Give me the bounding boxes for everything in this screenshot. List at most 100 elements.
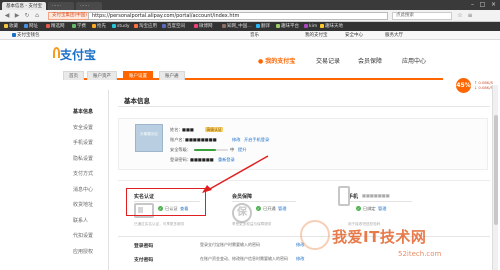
home-icon[interactable]: ⌂ [33,12,41,20]
bookmark-item[interactable]: 淘宝应用 [134,23,157,30]
sidebar-item-auto-debit[interactable]: 代扣设置 [63,229,107,245]
page-title: 基本信息 [124,97,150,105]
password-label: 登录密码： [170,157,191,162]
verification-level-badge: 高级认证 [205,127,224,132]
sidebar-item-security[interactable]: 安全设置 [63,121,107,137]
scrollbar-thumb[interactable] [494,115,498,225]
phone-number: ■■■■■■■ [362,193,390,198]
sub-navigation: 首页 账户资产 账户设置 账户通 [63,71,443,80]
bookmark-item[interactable]: 趣味天地 [320,23,343,30]
topbar-item[interactable]: 安全中心 [345,32,363,39]
sidebar-item-phone[interactable]: 手机设置 [63,136,107,152]
improve-security-link[interactable]: 提升 [238,147,246,153]
tab-active[interactable]: 基本信息 - 支付宝 [2,2,46,10]
card-divider [232,201,296,202]
avatar[interactable]: 头像展示区 [135,124,163,152]
sidebar-item-address[interactable]: 收货地址 [63,198,107,214]
bookmark-item[interactable]: 知网_中国… [222,23,252,30]
topbar-item[interactable]: 音乐 [250,32,259,39]
close-icon[interactable]: × [489,1,498,8]
alipay-logo-icon [53,47,60,58]
pointer-arrow-icon [202,155,269,193]
topbar-item[interactable]: 支付宝钱包 [12,32,40,39]
member-protection-title: 会员保障 [232,194,253,200]
url-field[interactable]: https://personalportal.alipay.com/portal… [88,12,388,20]
title-divider [118,106,490,107]
network-speed-stats: ↑ 0.08K/S ↓ 0.08K/S [474,80,494,90]
phone-icon [338,186,350,206]
topbar-item[interactable]: 我的支付宝 [305,32,328,39]
nav-my-alipay[interactable]: ● 我的支付宝 [258,56,295,65]
member-protection-desc: 享受更多权益与保障服务 [232,222,272,226]
alipay-logo[interactable]: 支付宝 [60,46,96,63]
refresh-icon[interactable]: ↻ [23,12,31,20]
cards-divider [118,180,490,181]
bookmark-item[interactable]: 网址 [24,23,38,30]
highlight-frame [126,188,206,216]
back-icon[interactable]: ◀ [3,12,11,20]
secure-site-badge[interactable]: 支付宝集团(中国) [48,12,92,20]
bookmark-item[interactable]: 趣味平台 [276,23,299,30]
sidebar-item-contacts[interactable]: 联系人 [63,214,107,230]
subtab-assets[interactable]: 账户资产 [87,71,117,80]
bookmarks-bar: 收藏 网址 精选网 学费 抢先 study 淘宝应用 百度空间 微博网 知网_中… [0,22,500,31]
address-bar: ◀ ▶ ↻ ⌂ 支付宝集团(中国) https://personalportal… [0,10,500,22]
name-label: 姓名： [170,127,183,132]
network-speed-badge[interactable]: 45% [456,78,471,93]
subtab-settings[interactable]: 账户设置 [123,71,153,80]
nav-transactions[interactable]: 交易记录 [316,56,340,65]
name-value: ■■■ [182,127,194,132]
browser-titlebar: 基本信息 - 支付宝 …… …… – □ × [0,0,500,10]
minimize-icon[interactable]: – [468,1,477,8]
payment-password-desc: 在账户资金变动、修改账户信息时需要输入的密码 [200,256,288,261]
nav-member-protection[interactable]: 会员保障 [358,56,382,65]
watermark-logo [300,220,330,250]
bookmark-item[interactable]: 翻译 [256,23,270,30]
security-level-bar [194,149,228,151]
forward-icon[interactable]: ▶ [13,12,21,20]
enable-phone-login-link[interactable]: 开启手机登录 [244,137,269,143]
member-protection-link[interactable]: 管理 [278,206,286,212]
bookmark-item[interactable]: 百度空间 [162,23,185,30]
sidebar-item-basic-info[interactable]: 基本信息 [63,105,107,121]
member-protection-status: 已开通 [263,206,276,211]
security-level-value: 中 [230,147,235,152]
page-scrollbar[interactable] [492,85,498,270]
bookmark-item[interactable]: 学费 [72,23,86,30]
sidebar-item-privacy[interactable]: 隐私设置 [63,152,107,168]
sidebar-item-messages[interactable]: 消息中心 [63,183,107,199]
alipay-topbar: 支付宝钱包 音乐 我的支付宝 安全中心 服务大厅 [0,31,500,40]
payment-password-label: 支付密码 [134,258,154,263]
search-field[interactable]: 点此搜索 [392,12,452,20]
bookmark-item[interactable]: kim [304,23,317,30]
tab-2[interactable]: …… [48,2,74,10]
edit-account-link[interactable]: 修改 [232,137,240,143]
topbar-item[interactable]: 服务大厅 [385,32,403,39]
subtab-account-link[interactable]: 账户通 [159,71,185,80]
bookmark-item[interactable]: 精选网 [46,23,65,30]
login-password-label: 登录密码 [134,244,154,249]
phone-manage-link[interactable]: 管理 [378,206,386,212]
bookmark-item[interactable]: 收藏 [4,23,18,30]
tab-3[interactable]: …… [76,2,102,10]
check-icon: ✓ [356,206,361,211]
star-icon[interactable]: ☆ [456,12,464,20]
subtab-home[interactable]: 首页 [63,71,84,80]
account-value: ■■■■■■■■ [185,137,217,142]
login-password-desc: 登录支付宝账户时需要输入的密码 [200,242,260,247]
security-level-label: 安全等级： [170,147,191,152]
realname-desc: 已通过实名认证，可享更多服务 [134,222,185,226]
sidebar-item-payment[interactable]: 支付方式 [63,167,107,183]
sidebar-divider [108,90,109,270]
payment-password-edit[interactable]: 修改 [296,256,304,262]
maximize-icon[interactable]: □ [478,1,487,8]
menu-icon[interactable]: ≡ [466,12,474,20]
shield-icon: 保 [232,203,252,223]
sidebar-item-app-auth[interactable]: 应用授权 [63,245,107,261]
bookmark-item[interactable]: 抢先 [92,23,106,30]
watermark-text: 我爱IT技术网 [332,228,427,246]
settings-sidebar: 基本信息 安全设置 手机设置 隐私设置 支付方式 消息中心 收货地址 联系人 代… [63,105,107,260]
bookmark-item[interactable]: 微博网 [194,23,213,30]
nav-app-center[interactable]: 应用中心 [402,56,426,65]
bookmark-item[interactable]: study [112,23,129,30]
